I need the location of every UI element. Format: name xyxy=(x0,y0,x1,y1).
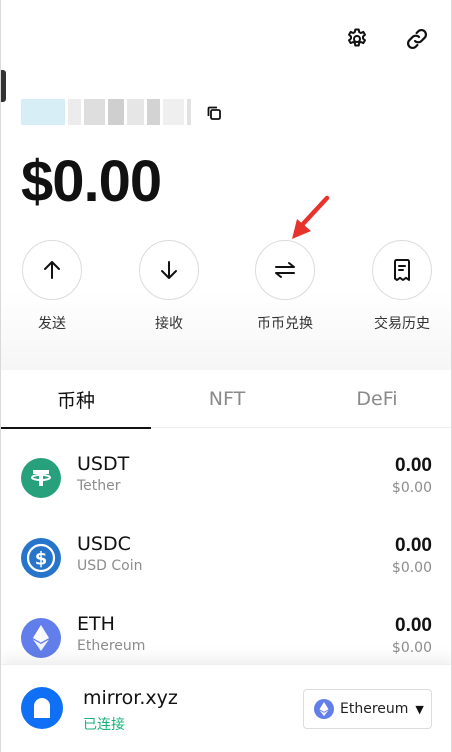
usd-coin-icon: $ xyxy=(21,538,61,578)
swap-icon xyxy=(275,262,295,278)
site-logo-icon xyxy=(21,687,63,729)
token-fiat-value: $0.00 xyxy=(391,480,432,496)
total-balance: $0.00 xyxy=(21,149,162,214)
token-amount: 0.00 xyxy=(395,615,432,636)
token-row-usdc[interactable]: $ USDC USD Coin 0.00 $0.00 xyxy=(1,518,451,598)
annotation-arrow-icon xyxy=(292,195,330,239)
token-name: Tether xyxy=(77,478,121,494)
connection-bar: mirror.xyz 已连接 Ethereum ▼ xyxy=(1,664,451,752)
copy-icon xyxy=(207,106,221,120)
tab-nft[interactable]: NFT xyxy=(152,370,302,428)
gear-icon xyxy=(348,28,366,47)
token-name: Ethereum xyxy=(77,638,146,654)
wallet-panel: $0.00 发送 接收 币币兑换 交易历史 币种 NFT DeFi USDT T… xyxy=(0,0,452,752)
history-button[interactable]: 交易历史 xyxy=(362,240,442,333)
swap-label: 币币兑换 xyxy=(257,316,313,332)
token-amount: 0.00 xyxy=(395,455,432,476)
token-fiat-value: $0.00 xyxy=(391,640,432,656)
arrow-down-icon xyxy=(161,261,177,279)
token-name: USD Coin xyxy=(77,558,143,574)
svg-text:$: $ xyxy=(35,549,48,570)
asset-tabs: 币种 NFT DeFi xyxy=(1,370,451,429)
network-label: Ethereum xyxy=(340,701,409,717)
token-symbol: ETH xyxy=(77,613,115,635)
ethereum-network-icon xyxy=(314,699,334,719)
ethereum-icon xyxy=(21,618,61,658)
token-fiat-value: $0.00 xyxy=(391,560,432,576)
settings-button[interactable] xyxy=(342,24,372,54)
chevron-down-icon: ▼ xyxy=(415,702,424,716)
connection-status: 已连接 xyxy=(83,717,125,733)
tab-defi[interactable]: DeFi xyxy=(302,370,451,428)
connected-site-name: mirror.xyz xyxy=(83,687,178,709)
wallet-address-redacted xyxy=(21,98,192,126)
send-label: 发送 xyxy=(38,316,66,332)
arrow-up-icon xyxy=(44,261,60,279)
receive-button[interactable]: 接收 xyxy=(129,240,209,333)
history-label: 交易历史 xyxy=(374,316,430,332)
token-symbol: USDC xyxy=(77,533,131,555)
swap-button[interactable]: 币币兑换 xyxy=(245,240,325,333)
tab-tokens[interactable]: 币种 xyxy=(1,370,151,429)
receive-label: 接收 xyxy=(155,316,183,332)
send-button[interactable]: 发送 xyxy=(12,240,92,333)
tether-icon xyxy=(21,458,61,498)
connected-sites-button[interactable] xyxy=(402,24,432,54)
network-selector[interactable]: Ethereum ▼ xyxy=(303,689,432,729)
link-icon xyxy=(406,28,428,50)
history-icon xyxy=(394,259,410,281)
token-amount: 0.00 xyxy=(395,535,432,556)
token-row-usdt[interactable]: USDT Tether 0.00 $0.00 xyxy=(1,438,451,518)
copy-address-button[interactable] xyxy=(203,102,225,124)
window-edge-handle xyxy=(1,70,6,102)
token-symbol: USDT xyxy=(77,453,130,475)
